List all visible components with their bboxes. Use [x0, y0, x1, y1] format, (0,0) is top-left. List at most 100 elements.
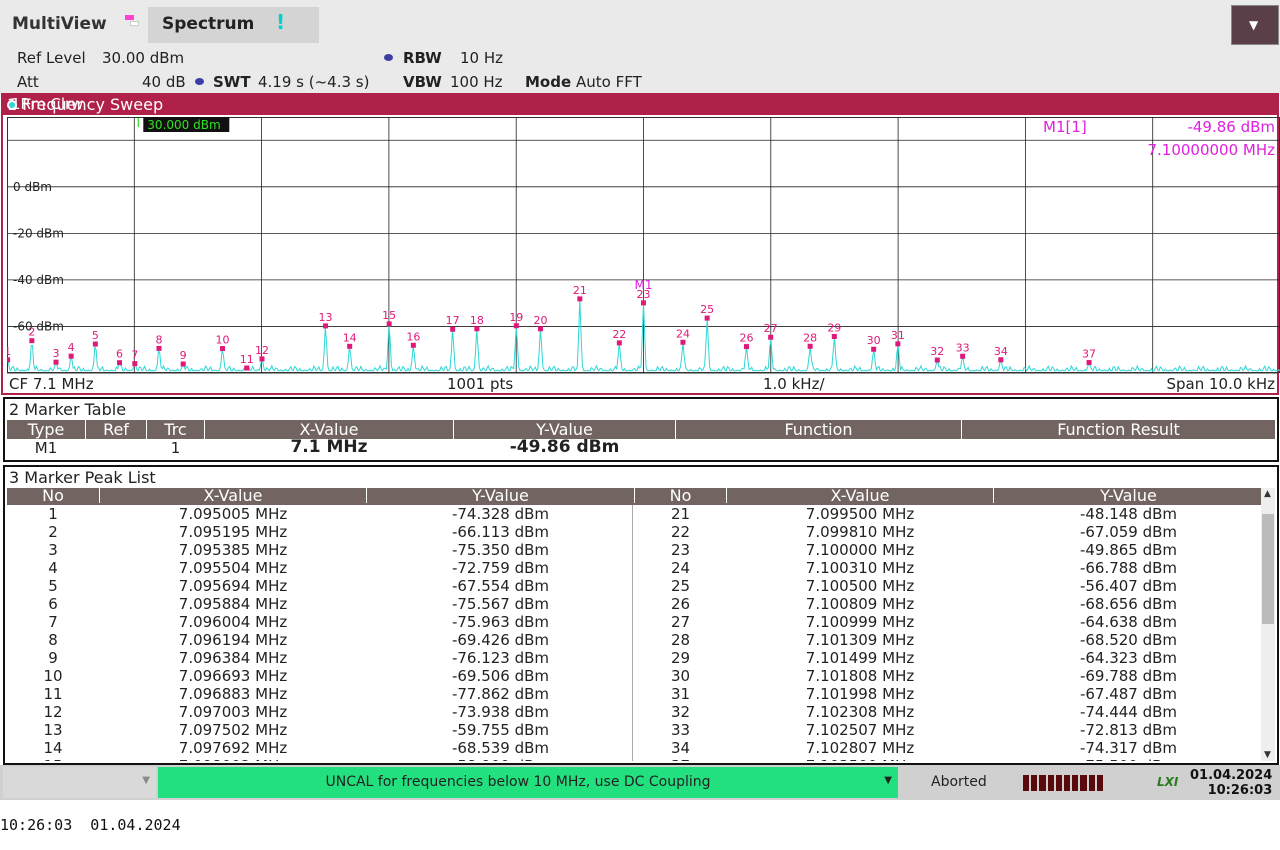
peak-y-value: -64.638 dBm [1079, 613, 1178, 631]
peak-marker[interactable] [934, 357, 940, 363]
peak-no: 29 [670, 649, 691, 667]
peak-list-scrollbar[interactable]: ▲ ▼ [1261, 488, 1275, 761]
peak-marker[interactable] [410, 342, 416, 348]
peak-marker[interactable] [871, 346, 877, 352]
table-row[interactable]: 13 7.097502 MHz -59.755 dBm 33 7.102507 MHz -… [7, 721, 1263, 739]
peak-marker[interactable] [259, 356, 265, 362]
att-value[interactable]: 40 dB [142, 73, 186, 91]
peak-marker[interactable] [132, 361, 138, 367]
peak-marker[interactable] [244, 365, 250, 371]
peak-marker[interactable] [577, 296, 583, 302]
peak-marker[interactable] [156, 345, 162, 351]
peak-marker[interactable] [513, 323, 519, 329]
peak-marker[interactable] [831, 334, 837, 340]
ref-level-label[interactable]: Ref Level [17, 49, 86, 67]
peak-y-value: -59.755 dBm [451, 721, 550, 739]
marker-trace: 1 [170, 439, 181, 457]
scroll-down-icon[interactable]: ▼ [1264, 750, 1271, 760]
peak-marker[interactable] [474, 326, 480, 332]
peak-x-value: 7.096194 MHz [178, 631, 288, 649]
peak-marker[interactable] [53, 359, 59, 365]
peak-marker[interactable] [1086, 360, 1092, 366]
table-row[interactable]: 8 7.096194 MHz -69.426 dBm 28 7.101309 MHz -6… [7, 631, 1263, 649]
peak-marker[interactable] [450, 326, 456, 332]
peak-y-value: -56.407 dBm [1079, 577, 1178, 595]
table-row[interactable]: 1 7.095005 MHz -74.328 dBm 21 7.099500 MHz -4… [7, 505, 1263, 523]
col-ref: Ref [103, 420, 129, 439]
peak-marker[interactable] [180, 361, 186, 367]
att-label[interactable]: Att [17, 73, 39, 91]
peak-marker[interactable] [768, 334, 774, 340]
peak-x-value: 7.095504 MHz [178, 559, 288, 577]
peak-marker[interactable] [704, 315, 710, 321]
mode-value[interactable]: Auto FFT [576, 73, 642, 91]
peak-list-body[interactable]: 1 7.095005 MHz -74.328 dBm 21 7.099500 MHz -4… [7, 505, 1263, 761]
rbw-label[interactable]: RBW [403, 49, 442, 67]
marker-table-window[interactable]: 2 Marker Table Type Ref Trc X-Value Y-Va… [3, 397, 1279, 462]
marker-table-row[interactable]: M1 1 7.1 MHz -49.86 dBm [7, 437, 1275, 458]
table-row[interactable]: 157.098002 MHz-58.900 dBm377.103500 MHz-… [7, 757, 1263, 761]
status-selector[interactable]: ▼ [3, 767, 156, 798]
table-row[interactable]: 5 7.095694 MHz -67.554 dBm 25 7.100500 MHz -5… [7, 577, 1263, 595]
status-message[interactable]: UNCAL for frequencies below 10 MHz, use … [158, 767, 898, 798]
spectrum-plot[interactable]: 0 dBm -20 dBm -40 dBm -60 dBm 30.000 dBm M1[1… [7, 117, 1280, 373]
table-row[interactable]: 7 7.096004 MHz -75.963 dBm 27 7.100999 MHz -6… [7, 613, 1263, 631]
peak-marker[interactable] [960, 353, 966, 359]
span[interactable]: Span 10.0 kHz [1166, 375, 1275, 393]
trace-indicator-label: 1Rm Clrw [11, 95, 84, 113]
menu-button[interactable]: ▼ [1231, 5, 1279, 45]
peak-list-title: 3 Marker Peak List [9, 468, 156, 487]
peak-marker[interactable] [895, 341, 901, 347]
peak-marker[interactable] [616, 340, 622, 346]
message-dropdown-icon[interactable]: ▼ [884, 775, 892, 786]
marker-m1-label[interactable]: M1 [635, 278, 653, 292]
table-row[interactable]: 4 7.095504 MHz -72.759 dBm 24 7.100310 MHz -6… [7, 559, 1263, 577]
peak-marker[interactable] [743, 344, 749, 350]
trace-indicator[interactable]: 1Rm Clrw [7, 95, 1261, 113]
swt-value[interactable]: 4.19 s (~4.3 s) [258, 73, 369, 91]
peak-marker[interactable] [7, 357, 11, 363]
scroll-up-icon[interactable]: ▲ [1264, 489, 1271, 499]
tab-multiview[interactable]: MultiView [12, 14, 107, 34]
peak-marker[interactable] [68, 353, 74, 359]
table-row[interactable]: 3 7.095385 MHz -75.350 dBm 23 7.100000 MHz -4… [7, 541, 1263, 559]
tab-spectrum[interactable]: Spectrum ! [148, 7, 319, 43]
table-row[interactable]: 9 7.096384 MHz -76.123 dBm 29 7.101499 MHz -6… [7, 649, 1263, 667]
lxi-icon[interactable]: LXI [1157, 775, 1178, 789]
table-row[interactable]: 14 7.097692 MHz -68.539 dBm 34 7.102807 MHz -… [7, 739, 1263, 757]
peak-marker[interactable] [680, 339, 686, 345]
table-row[interactable]: 11 7.096883 MHz -77.862 dBm 31 7.101998 MHz -… [7, 685, 1263, 703]
peak-marker-label: 19 [509, 311, 523, 324]
peak-marker[interactable] [807, 343, 813, 349]
peak-marker[interactable] [117, 360, 123, 366]
vbw-value[interactable]: 100 Hz [450, 73, 503, 91]
frequency-sweep-window[interactable]: 1 Frequency Sweep 1Rm Clrw 0 dBm -20 dBm -… [1, 93, 1280, 395]
peak-marker[interactable] [998, 357, 1004, 363]
peak-marker[interactable] [641, 300, 646, 306]
peak-no: 12 [43, 703, 63, 721]
peak-marker[interactable] [347, 343, 353, 349]
peak-y-value: -67.059 dBm [1079, 523, 1178, 541]
peak-marker[interactable] [92, 341, 98, 347]
peak-marker[interactable] [220, 346, 226, 352]
peak-marker[interactable] [538, 326, 544, 332]
rbw-value[interactable]: 10 Hz [460, 49, 503, 67]
peak-marker[interactable] [29, 338, 35, 344]
sweep-points[interactable]: 1001 pts [447, 375, 513, 393]
scroll-thumb[interactable] [1262, 514, 1274, 624]
swt-label[interactable]: SWT [213, 73, 251, 91]
table-row[interactable]: 10 7.096693 MHz -69.506 dBm 30 7.101808 MHz -… [7, 667, 1263, 685]
peak-marker[interactable] [323, 323, 329, 329]
peak-marker-label: 28 [803, 331, 817, 344]
table-row[interactable]: 12 7.097003 MHz -73.938 dBm 32 7.102308 MHz -… [7, 703, 1263, 721]
vbw-label[interactable]: VBW [403, 73, 442, 91]
ref-level-value[interactable]: 30.00 dBm [102, 49, 184, 67]
marker-peak-list-window[interactable]: 3 Marker Peak List No X-Value Y-Value No… [3, 465, 1279, 765]
peak-y-value: -48.148 dBm [1079, 505, 1178, 523]
table-row[interactable]: 6 7.095884 MHz -75.567 dBm 26 7.100809 MHz -6… [7, 595, 1263, 613]
peak-marker-label: 22 [612, 328, 626, 341]
table-row[interactable]: 2 7.095195 MHz -66.113 dBm 22 7.099810 MHz -6… [7, 523, 1263, 541]
center-frequency[interactable]: CF 7.1 MHz [9, 375, 94, 393]
mode-label[interactable]: Mode [525, 73, 571, 91]
peak-marker[interactable] [386, 321, 392, 327]
